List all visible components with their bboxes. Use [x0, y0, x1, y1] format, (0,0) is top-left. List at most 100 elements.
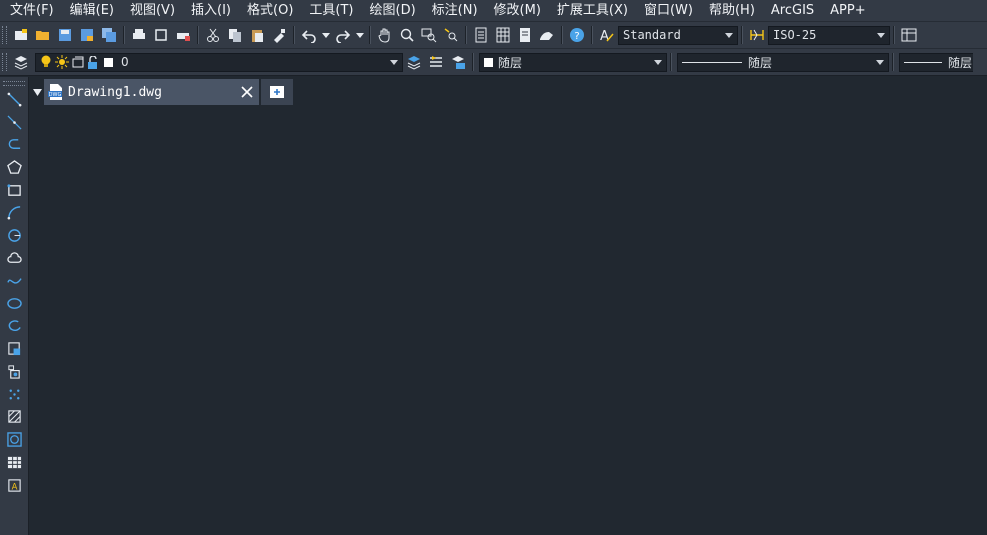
menu-app-plus[interactable]: APP+ [822, 0, 873, 21]
insert-block-icon [7, 342, 20, 356]
chevron-down-icon [725, 32, 733, 38]
document-tab-bar: DWG Drawing1.dwg [30, 79, 987, 105]
lightbulb-icon [41, 55, 51, 67]
linetype-dropdown[interactable]: 随层 [677, 52, 889, 72]
layer-dropdown[interactable]: 0 [35, 52, 403, 72]
line-tool[interactable] [0, 88, 28, 111]
menu-draw[interactable]: 绘图(D) [362, 0, 424, 21]
save-button[interactable] [55, 25, 75, 45]
construction-line-tool[interactable] [0, 111, 28, 134]
table-style-icon[interactable] [899, 25, 919, 45]
text-style-dropdown[interactable]: Standard [618, 25, 738, 45]
rectangle-tool[interactable] [0, 179, 28, 202]
menu-modify[interactable]: 修改(M) [486, 0, 549, 21]
polyline-icon [8, 139, 20, 150]
circle-icon [7, 229, 21, 242]
spline-tool[interactable] [0, 270, 28, 293]
cut-icon[interactable] [203, 25, 223, 45]
save-all-button[interactable] [99, 25, 119, 45]
lineweight-dropdown[interactable]: 随层 [899, 52, 973, 72]
redo-icon[interactable] [333, 25, 353, 45]
copy-icon[interactable] [225, 25, 245, 45]
text-style-icon[interactable]: A [597, 25, 617, 45]
make-current-layer-icon[interactable] [404, 52, 424, 72]
arc-tool[interactable] [0, 201, 28, 224]
tab-drawing1[interactable]: DWG Drawing1.dwg [44, 79, 259, 105]
multiline-text-icon: A [7, 478, 21, 492]
zoom-window-icon[interactable] [419, 25, 439, 45]
text-style-value: Standard [623, 28, 681, 42]
print-icon[interactable] [129, 25, 149, 45]
paste-icon[interactable] [247, 25, 267, 45]
region-icon [6, 432, 22, 447]
zoom-realtime-icon[interactable] [397, 25, 417, 45]
menu-insert[interactable]: 插入(I) [183, 0, 239, 21]
circle-tool[interactable] [0, 224, 28, 247]
properties-icon[interactable] [471, 25, 491, 45]
insert-block-tool[interactable] [0, 338, 28, 361]
separator [293, 26, 295, 44]
polyline-tool[interactable] [0, 133, 28, 156]
revision-cloud-tool[interactable] [0, 247, 28, 270]
menu-file[interactable]: 文件(F) [0, 0, 62, 21]
polygon-tool[interactable] [0, 156, 28, 179]
separator [472, 53, 474, 71]
dimension-style-icon[interactable] [747, 25, 767, 45]
drawing-canvas[interactable] [30, 105, 987, 535]
tool-palettes-icon[interactable] [515, 25, 535, 45]
spline-icon [6, 278, 22, 284]
undo-dropdown-icon[interactable] [321, 25, 331, 45]
ellipse-arc-tool[interactable] [0, 315, 28, 338]
hatch-tool[interactable] [0, 406, 28, 429]
layer-previous-icon[interactable] [426, 52, 446, 72]
menu-view[interactable]: 视图(V) [122, 0, 183, 21]
dimension-style-dropdown[interactable]: ISO-25 [768, 25, 890, 45]
redo-dropdown-icon[interactable] [355, 25, 365, 45]
toolbar-grip[interactable] [2, 26, 7, 44]
tab-title: Drawing1.dwg [68, 84, 162, 100]
color-dropdown[interactable]: 随层 [479, 52, 667, 72]
design-center-icon[interactable] [493, 25, 513, 45]
new-file-button[interactable] [11, 25, 31, 45]
region-tool[interactable] [0, 428, 28, 451]
publish-icon[interactable] [173, 25, 193, 45]
menu-edit[interactable]: 编辑(E) [62, 0, 122, 21]
point-icon [9, 389, 19, 400]
markup-icon[interactable] [537, 25, 557, 45]
layer-states-icon[interactable] [448, 52, 468, 72]
pan-hand-icon[interactable] [375, 25, 395, 45]
linetype-value: 随层 [682, 54, 772, 71]
unlock-icon [88, 55, 97, 69]
menu-window[interactable]: 窗口(W) [636, 0, 701, 21]
separator [123, 26, 125, 44]
toolbar-grip[interactable] [3, 81, 25, 86]
menu-dimension[interactable]: 标注(N) [424, 0, 486, 21]
ellipse-arc-icon [8, 319, 21, 331]
open-folder-button[interactable] [33, 25, 53, 45]
menu-tools[interactable]: 工具(T) [301, 0, 361, 21]
tab-list-dropdown[interactable] [30, 79, 44, 105]
new-tab-button[interactable] [261, 79, 293, 105]
layer-color-swatch [104, 57, 113, 67]
table-tool[interactable] [0, 451, 28, 474]
close-icon[interactable] [241, 86, 253, 98]
plot-preview-icon[interactable] [151, 25, 171, 45]
ellipse-tool[interactable] [0, 292, 28, 315]
separator [561, 26, 563, 44]
save-as-button[interactable] [77, 25, 97, 45]
construction-line-icon [7, 115, 21, 130]
help-icon[interactable]: ? [567, 25, 587, 45]
make-block-tool[interactable] [0, 360, 28, 383]
menu-help[interactable]: 帮助(H) [701, 0, 763, 21]
zoom-previous-icon[interactable] [441, 25, 461, 45]
match-properties-icon[interactable] [269, 25, 289, 45]
toolbar-grip[interactable] [2, 53, 7, 71]
menu-express-tools[interactable]: 扩展工具(X) [549, 0, 636, 21]
point-tool[interactable] [0, 383, 28, 406]
multiline-text-tool[interactable]: A [0, 474, 28, 497]
menu-arcgis[interactable]: ArcGIS [763, 0, 822, 21]
layer-manager-icon[interactable] [11, 52, 31, 72]
viewport-freeze-icon [72, 56, 84, 68]
menu-format[interactable]: 格式(O) [239, 0, 301, 21]
undo-icon[interactable] [299, 25, 319, 45]
